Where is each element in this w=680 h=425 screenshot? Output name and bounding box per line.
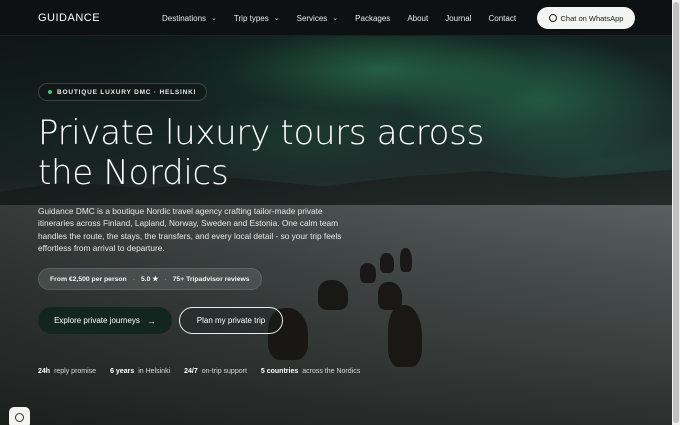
nav-item-services[interactable]: Services ⌄ [297, 14, 339, 23]
badge-dot-icon [48, 90, 52, 94]
cookie-settings-button[interactable] [9, 407, 30, 425]
nav-item-label: Packages [355, 13, 391, 23]
explore-journeys-label: Explore private journeys [54, 316, 140, 325]
fact-label: in Helsinki [138, 368, 171, 375]
fact-value: 6 years [110, 368, 135, 375]
nav-item-about[interactable]: About [407, 14, 428, 23]
cookie-icon [15, 413, 24, 422]
hero-title-line-2: the Nordics [38, 153, 229, 193]
chevron-down-icon: ⌄ [211, 15, 217, 22]
fact-item: 5 countries across the Nordics [261, 368, 360, 375]
fact-label: on-trip support [201, 368, 247, 375]
page: GUIDANCE Destinations ⌄ Trip types ⌄ Ser… [0, 0, 672, 425]
nav-item-trip-types[interactable]: Trip types ⌄ [234, 14, 280, 23]
hero-facts: 24h reply promise 6 years in Helsinki 24/7… [38, 368, 374, 375]
whatsapp-chat-label: Chat on WhatsApp [560, 13, 624, 23]
site-header: GUIDANCE Destinations ⌄ Trip types ⌄ Ser… [0, 0, 672, 36]
fact-label: reply promise [54, 368, 97, 375]
nav-item-label: Contact [488, 13, 517, 23]
hero-badge-text: BOUTIQUE LUXURY DMC · HELSINKI [57, 88, 197, 96]
explore-journeys-button[interactable]: Explore private journeys → [38, 307, 172, 334]
nav-item-label: Services [296, 13, 328, 23]
stat-price: From €2,500 per person [50, 275, 127, 283]
arrow-right-icon: → [146, 315, 156, 326]
chevron-down-icon: ⌄ [332, 15, 339, 22]
nav-item-label: About [407, 13, 429, 23]
scrollbar-thumb[interactable] [673, 2, 679, 423]
fact-item: 24h reply promise [38, 368, 96, 375]
hero-title: Private luxury tours across the Nordics [38, 113, 558, 193]
stat-separator: · [132, 275, 135, 283]
site-logo[interactable]: GUIDANCE [38, 12, 100, 24]
chevron-down-icon: ⌄ [273, 15, 280, 22]
stat-reviews: 75+ Tripadvisor reviews [172, 275, 250, 283]
nav-item-packages[interactable]: Packages [355, 14, 390, 23]
nav-item-label: Trip types [233, 13, 269, 23]
stat-rating: 5.0 ★ [140, 276, 159, 283]
main-nav: Destinations ⌄ Trip types ⌄ Services ⌄ P… [162, 0, 533, 36]
hero-badge: BOUTIQUE LUXURY DMC · HELSINKI [38, 83, 208, 101]
plan-trip-label: Plan my private trip [196, 316, 266, 325]
whatsapp-chat-button[interactable]: Chat on WhatsApp [537, 7, 635, 29]
fact-value: 5 countries [260, 368, 299, 375]
nav-item-label: Journal [445, 13, 472, 23]
whatsapp-icon [548, 14, 557, 22]
nav-item-destinations[interactable]: Destinations ⌄ [162, 14, 217, 23]
fact-value: 24h [38, 368, 51, 375]
hero-title-line-1: Private luxury tours across [38, 113, 484, 153]
nav-item-journal[interactable]: Journal [445, 14, 471, 23]
fact-label: across the Nordics [302, 368, 361, 375]
stat-separator: · [164, 275, 167, 283]
page-scrollbar[interactable] [672, 0, 680, 425]
plan-trip-button[interactable]: Plan my private trip [179, 307, 283, 334]
fact-item: 24/7 on-trip support [184, 368, 247, 375]
hero-stats-pill: From €2,500 per person · 5.0 ★ · 75+ Tri… [38, 268, 262, 290]
fact-item: 6 years in Helsinki [110, 368, 170, 375]
nav-item-label: Destinations [162, 13, 207, 23]
nav-item-contact[interactable]: Contact [488, 14, 516, 23]
hero-description: Guidance DMC is a boutique Nordic travel… [38, 206, 342, 253]
fact-value: 24/7 [184, 368, 198, 375]
